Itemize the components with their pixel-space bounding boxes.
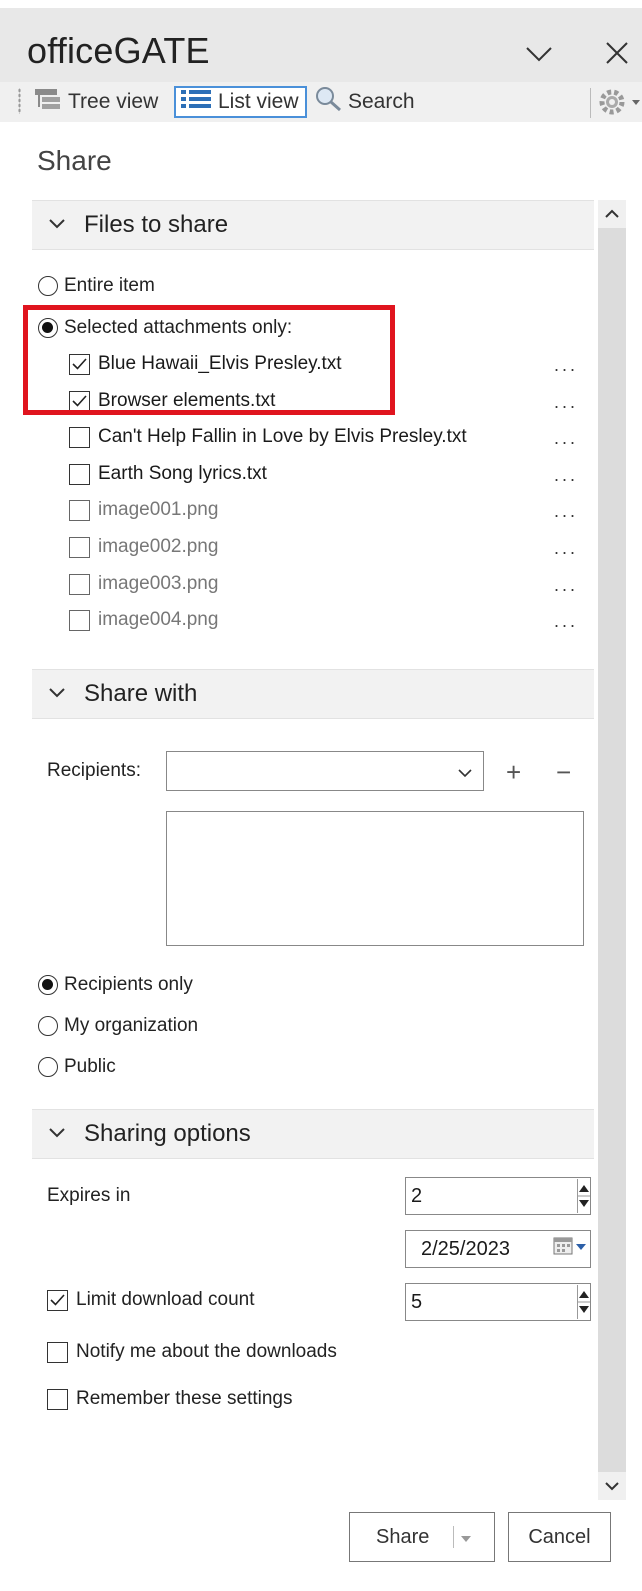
- public-radio[interactable]: Public: [38, 1056, 116, 1078]
- list-view-button[interactable]: List view: [174, 86, 307, 118]
- download-count-stepper[interactable]: 5: [405, 1283, 591, 1321]
- share-button-label: Share: [376, 1525, 430, 1548]
- attachment-name: image004.png: [98, 609, 219, 630]
- expires-date-picker[interactable]: 2/25/2023: [405, 1230, 591, 1268]
- section-title: Share with: [84, 680, 198, 707]
- notify-downloads-checkbox[interactable]: Notify me about the downloads: [47, 1341, 337, 1363]
- attachment-row[interactable]: image004.png: [69, 609, 218, 631]
- recipients-only-radio[interactable]: Recipients only: [38, 974, 193, 996]
- attachment-name: Can't Help Fallin in Love by Elvis Presl…: [98, 426, 467, 447]
- toolbar-separator: [590, 88, 591, 118]
- section-title: Files to share: [84, 211, 229, 238]
- add-recipient-button[interactable]: +: [506, 757, 521, 788]
- share-button[interactable]: Share: [349, 1512, 495, 1562]
- files-to-share-header[interactable]: Files to share: [32, 200, 594, 250]
- attachment-more-button[interactable]: ...: [554, 392, 578, 413]
- attachment-name: Earth Song lyrics.txt: [98, 463, 267, 484]
- attachment-checkbox[interactable]: [69, 499, 90, 521]
- attachment-row[interactable]: image001.png: [69, 499, 218, 521]
- split-divider: [453, 1526, 455, 1548]
- attachment-more-button[interactable]: ...: [554, 538, 578, 559]
- search-button[interactable]: Search: [314, 86, 415, 118]
- vertical-scrollbar[interactable]: [598, 200, 626, 1500]
- search-icon: [314, 86, 342, 118]
- checkbox-label: Notify me about the downloads: [76, 1341, 337, 1362]
- toolbar-grip[interactable]: [18, 88, 21, 114]
- attachment-row[interactable]: image003.png: [69, 573, 218, 595]
- checkbox-box: [47, 1388, 68, 1410]
- expires-label: Expires in: [47, 1185, 131, 1206]
- scroll-up-button[interactable]: [598, 200, 626, 228]
- expires-stepper[interactable]: 2: [405, 1177, 591, 1215]
- attachment-more-button[interactable]: ...: [554, 611, 578, 632]
- limit-download-checkbox[interactable]: Limit download count: [47, 1289, 255, 1311]
- attachment-more-button[interactable]: ...: [554, 501, 578, 522]
- expires-value: 2: [411, 1184, 423, 1207]
- attachment-row[interactable]: Earth Song lyrics.txt: [69, 463, 267, 485]
- recipients-list[interactable]: [166, 811, 584, 946]
- dropdown-arrow-icon[interactable]: [460, 1526, 472, 1549]
- checkbox-label: Limit download count: [76, 1289, 255, 1310]
- close-icon[interactable]: [604, 38, 630, 72]
- calendar-icon[interactable]: [552, 1236, 588, 1262]
- my-organization-radio[interactable]: My organization: [38, 1015, 198, 1037]
- entire-item-radio[interactable]: Entire item: [38, 275, 155, 297]
- cancel-button[interactable]: Cancel: [508, 1512, 611, 1562]
- attachment-name: image002.png: [98, 536, 219, 557]
- radio-label: Entire item: [64, 275, 155, 296]
- recipients-label: Recipients:: [47, 760, 141, 781]
- highlight-box: [23, 305, 395, 415]
- attachment-checkbox[interactable]: [69, 573, 90, 595]
- remove-recipient-button[interactable]: −: [556, 757, 571, 788]
- recipients-combobox[interactable]: [166, 751, 484, 791]
- chevron-down-icon: [48, 216, 70, 234]
- chevron-down-icon[interactable]: [524, 36, 554, 70]
- chevron-down-icon[interactable]: [457, 765, 473, 783]
- radio-circle: [38, 1057, 58, 1077]
- remember-settings-checkbox[interactable]: Remember these settings: [47, 1388, 293, 1410]
- attachment-name: image003.png: [98, 573, 219, 594]
- gear-icon[interactable]: [596, 86, 642, 123]
- attachment-more-button[interactable]: ...: [554, 355, 578, 376]
- attachment-checkbox[interactable]: [69, 463, 90, 485]
- attachment-more-button[interactable]: ...: [554, 575, 578, 596]
- download-count-value: 5: [411, 1290, 423, 1313]
- attachment-checkbox[interactable]: [69, 609, 90, 631]
- radio-circle: [38, 975, 58, 995]
- tree-view-button[interactable]: Tree view: [34, 86, 158, 118]
- chevron-down-icon: [48, 1125, 70, 1143]
- attachment-checkbox[interactable]: [69, 536, 90, 558]
- checkbox-box: [47, 1341, 68, 1363]
- tree-view-icon: [34, 88, 62, 116]
- attachment-name: image001.png: [98, 499, 219, 520]
- attachment-row[interactable]: Can't Help Fallin in Love by Elvis Presl…: [69, 426, 467, 448]
- attachment-more-button[interactable]: ...: [554, 428, 578, 449]
- sharing-options-header[interactable]: Sharing options: [32, 1109, 594, 1159]
- share-with-header[interactable]: Share with: [32, 669, 594, 719]
- radio-label: Recipients only: [64, 974, 193, 995]
- attachment-row[interactable]: image002.png: [69, 536, 218, 558]
- radio-circle: [38, 1016, 58, 1036]
- stepper-arrows[interactable]: [577, 1285, 590, 1319]
- stepper-arrows[interactable]: [577, 1179, 590, 1213]
- checkbox-label: Remember these settings: [76, 1388, 293, 1409]
- list-view-label: List view: [218, 90, 299, 113]
- radio-circle: [38, 276, 58, 296]
- scroll-down-button[interactable]: [598, 1472, 626, 1500]
- tree-view-label: Tree view: [68, 90, 159, 113]
- section-title: Sharing options: [84, 1120, 251, 1147]
- share-heading: Share: [37, 145, 112, 176]
- expires-date-value: 2/25/2023: [421, 1237, 510, 1260]
- attachment-more-button[interactable]: ...: [554, 465, 578, 486]
- search-label: Search: [348, 90, 415, 113]
- checkbox-box: [47, 1289, 68, 1311]
- attachment-checkbox[interactable]: [69, 426, 90, 448]
- app-title: officeGATE: [27, 30, 210, 71]
- list-view-icon: [180, 88, 212, 116]
- radio-label: Public: [64, 1056, 116, 1077]
- chevron-down-icon: [48, 685, 70, 703]
- radio-label: My organization: [64, 1015, 199, 1036]
